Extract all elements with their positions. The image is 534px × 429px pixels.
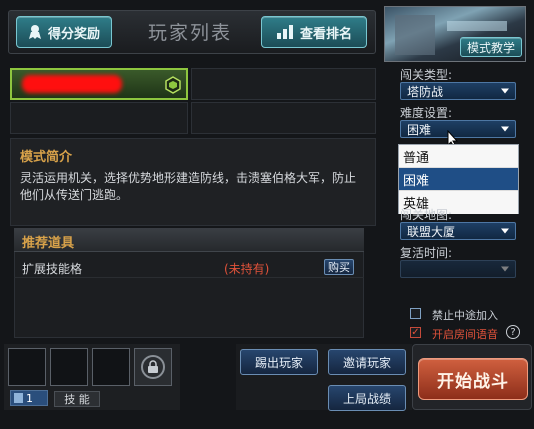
level-type-select[interactable]: 塔防战 <box>400 82 516 100</box>
map-label: 闯关地图: <box>400 208 453 222</box>
kick-player-button[interactable]: 踢出玩家 <box>240 349 318 375</box>
reward-icon <box>28 24 42 40</box>
help-icon[interactable]: ? <box>506 325 520 339</box>
revive-label: 复活时间: <box>400 246 453 260</box>
player-slot-4[interactable] <box>191 102 376 134</box>
skill-slot-2[interactable] <box>50 348 88 386</box>
buy-button[interactable]: 购买 <box>324 259 354 275</box>
view-rank-button[interactable]: 查看排名 <box>261 16 367 48</box>
skill-slot-3[interactable] <box>92 348 130 386</box>
skill-slot-1[interactable] <box>8 348 46 386</box>
skills-count-badge: 1 <box>10 390 48 406</box>
kick-player-label: 踢出玩家 <box>254 355 303 370</box>
reward-button[interactable]: 得分奖励 <box>16 16 112 48</box>
player-slot-1[interactable] <box>10 68 188 100</box>
item-row: 扩展技能格 (未持有) 购买 <box>14 256 364 278</box>
last-battle-button[interactable]: 上局战绩 <box>328 385 406 411</box>
skill-slot-locked <box>134 348 172 386</box>
reward-label: 得分奖励 <box>47 26 100 42</box>
chevron-down-icon <box>501 88 509 94</box>
start-battle-button[interactable]: 开始战斗 <box>418 358 528 400</box>
view-rank-label: 查看排名 <box>299 26 352 42</box>
map-preview-light <box>447 21 507 31</box>
mode-tutorial-button[interactable]: 模式教学 <box>460 37 522 57</box>
player-slot-2[interactable] <box>191 68 376 100</box>
difficulty-option-normal[interactable]: 普通 <box>399 145 518 168</box>
last-battle-label: 上局战绩 <box>342 391 391 406</box>
page-title: 玩家列表 <box>147 22 232 44</box>
chevron-down-icon <box>501 266 509 272</box>
ready-hex-icon <box>164 76 182 94</box>
revive-select[interactable] <box>400 260 516 278</box>
skills-label: 技 能 <box>54 391 100 407</box>
voice-checkbox[interactable]: ✓ <box>410 327 421 338</box>
player-name-redacted <box>22 75 122 93</box>
difficulty-option-hard[interactable]: 困难 <box>399 168 518 191</box>
start-battle-label: 开始战斗 <box>437 371 509 392</box>
map-value: 联盟大厦 <box>407 224 456 239</box>
voice-label: 开启房间语音 <box>432 328 498 341</box>
difficulty-value: 困难 <box>407 122 432 137</box>
mode-intro-text: 灵活运用机关，选择优势地形建造防线，击溃塞伯格大军，防止他们从传送门逃跑。 <box>20 171 357 202</box>
items-heading: 推荐道具 <box>22 236 75 251</box>
map-select[interactable]: 联盟大厦 <box>400 222 516 240</box>
skills-count: 1 <box>26 391 33 405</box>
no-join-checkbox[interactable] <box>410 308 421 319</box>
chevron-down-icon <box>501 126 509 132</box>
difficulty-label: 难度设置: <box>400 106 453 120</box>
skill-card-icon <box>14 393 23 403</box>
no-join-label: 禁止中途加入 <box>432 309 498 322</box>
map-preview-building <box>395 15 435 55</box>
invite-player-button[interactable]: 邀请玩家 <box>328 349 406 375</box>
player-slot-3[interactable] <box>10 102 188 134</box>
chevron-down-icon <box>501 228 509 234</box>
buy-label: 购买 <box>328 261 350 274</box>
level-type-label: 闯关类型: <box>400 68 453 82</box>
difficulty-dropdown: 普通 困难 英雄 <box>398 144 519 214</box>
level-type-value: 塔防战 <box>407 84 444 99</box>
invite-player-label: 邀请玩家 <box>342 355 391 370</box>
mode-tutorial-label: 模式教学 <box>466 40 515 55</box>
item-name: 扩展技能格 <box>22 262 83 276</box>
lock-icon <box>141 355 165 379</box>
bar-chart-icon <box>276 24 294 40</box>
item-status: (未持有) <box>224 262 270 276</box>
mode-intro-heading: 模式简介 <box>20 150 73 165</box>
